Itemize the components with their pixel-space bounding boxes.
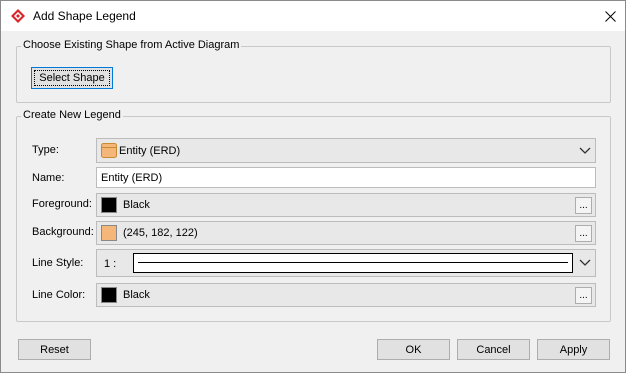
background-label: Background: bbox=[32, 226, 94, 238]
line-color-field[interactable]: Black ... bbox=[96, 283, 596, 307]
title-bar: Add Shape Legend bbox=[1, 1, 625, 31]
window-title: Add Shape Legend bbox=[33, 9, 136, 23]
select-shape-label: Select Shape bbox=[34, 70, 110, 86]
foreground-color-swatch bbox=[101, 197, 117, 213]
background-field[interactable]: (245, 182, 122) ... bbox=[96, 221, 596, 245]
type-value: Entity (ERD) bbox=[119, 145, 181, 157]
chevron-down-icon bbox=[579, 147, 591, 154]
line-color-value: Black bbox=[123, 289, 150, 301]
app-logo-icon bbox=[11, 9, 25, 23]
cancel-button[interactable]: Cancel bbox=[457, 339, 530, 360]
foreground-value: Black bbox=[123, 199, 150, 211]
ok-button[interactable]: OK bbox=[377, 339, 450, 360]
line-style-sample bbox=[138, 262, 568, 263]
existing-shape-group-title: Choose Existing Shape from Active Diagra… bbox=[21, 39, 242, 51]
name-label: Name: bbox=[32, 172, 65, 184]
foreground-picker-button[interactable]: ... bbox=[575, 197, 592, 214]
type-label: Type: bbox=[32, 144, 59, 156]
background-picker-button[interactable]: ... bbox=[575, 225, 592, 242]
foreground-label: Foreground: bbox=[32, 198, 92, 210]
reset-button[interactable]: Reset bbox=[18, 339, 91, 360]
type-combobox[interactable]: Entity (ERD) bbox=[96, 138, 596, 163]
line-color-label: Line Color: bbox=[32, 289, 86, 301]
foreground-field[interactable]: Black ... bbox=[96, 193, 596, 217]
background-color-swatch bbox=[101, 225, 117, 241]
line-style-value: 1 : bbox=[104, 258, 117, 270]
new-legend-group-title: Create New Legend bbox=[21, 109, 123, 121]
line-color-picker-button[interactable]: ... bbox=[575, 287, 592, 304]
existing-shape-group: Choose Existing Shape from Active Diagra… bbox=[16, 39, 611, 103]
apply-button[interactable]: Apply bbox=[537, 339, 610, 360]
entity-shape-icon bbox=[101, 143, 117, 158]
chevron-down-icon bbox=[579, 259, 591, 266]
dialog-window: Add Shape Legend Choose Existing Shape f… bbox=[0, 0, 626, 373]
name-input[interactable]: Entity (ERD) bbox=[96, 167, 596, 188]
line-style-combobox[interactable]: 1 : bbox=[96, 249, 596, 277]
line-style-preview bbox=[133, 253, 573, 273]
line-style-label: Line Style: bbox=[32, 257, 84, 269]
name-value: Entity (ERD) bbox=[101, 172, 163, 184]
select-shape-button[interactable]: Select Shape bbox=[31, 67, 113, 89]
close-icon bbox=[604, 10, 616, 22]
close-button[interactable] bbox=[595, 1, 625, 31]
background-value: (245, 182, 122) bbox=[123, 227, 198, 239]
line-color-swatch bbox=[101, 287, 117, 303]
